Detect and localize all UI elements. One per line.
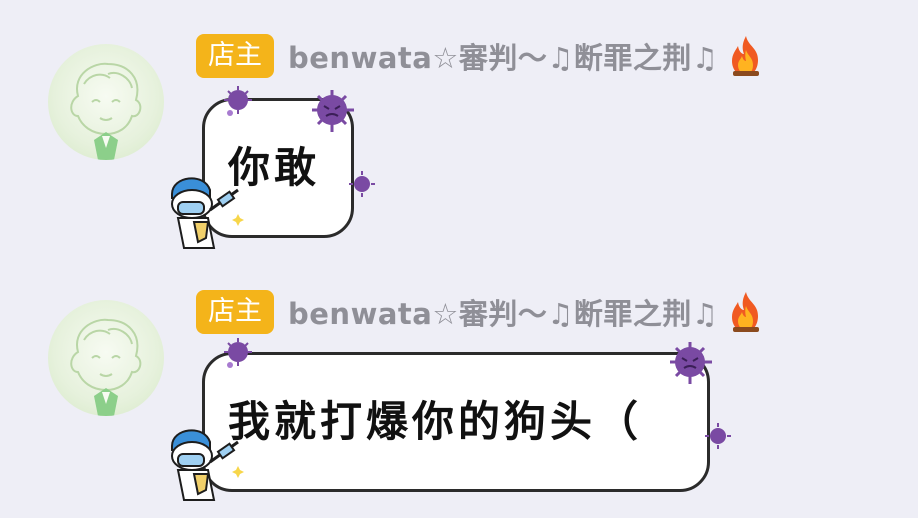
doctor-sticker-icon <box>164 416 248 508</box>
owner-badge: 店主 <box>196 290 274 334</box>
virus-icon <box>664 340 716 388</box>
virus-icon <box>348 170 376 198</box>
virus-icon <box>306 88 358 136</box>
virus-icon <box>220 338 256 370</box>
sender-name[interactable]: benwata☆審判～♫断罪之荆♫ <box>288 35 718 77</box>
virus-icon <box>704 422 732 450</box>
avatar[interactable] <box>48 300 164 416</box>
message-text: 我就打爆你的狗头（ <box>228 397 643 446</box>
message-header: 店主 benwata☆審判～♫断罪之荆♫ <box>196 288 766 336</box>
doctor-sticker-icon <box>164 164 248 256</box>
chat-message: 店主 benwata☆審判～♫断罪之荆♫ 我就打爆你的狗头（ <box>0 256 918 515</box>
sender-name[interactable]: benwata☆審判～♫断罪之荆♫ <box>288 291 718 333</box>
owner-badge: 店主 <box>196 34 274 78</box>
avatar[interactable] <box>48 44 164 160</box>
virus-icon <box>220 86 256 118</box>
chat-message: 店主 benwata☆審判～♫断罪之荆♫ 你敢 <box>0 0 918 259</box>
message-header: 店主 benwata☆審判～♫断罪之荆♫ <box>196 32 766 80</box>
fire-icon <box>726 34 766 78</box>
fire-icon <box>726 290 766 334</box>
